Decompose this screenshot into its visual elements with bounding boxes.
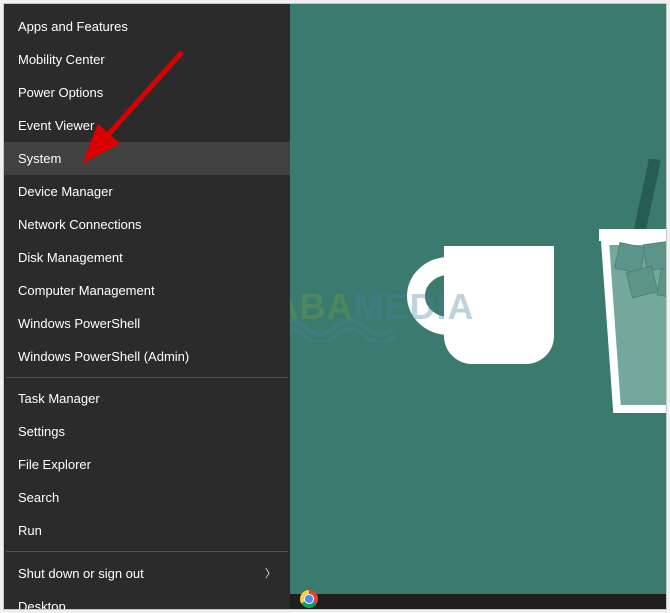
menu-item-label: Network Connections xyxy=(18,217,142,232)
menu-item-run[interactable]: Run xyxy=(4,514,290,547)
menu-item-label: Event Viewer xyxy=(18,118,94,133)
menu-item-task-manager[interactable]: Task Manager xyxy=(4,382,290,415)
menu-item-label: Disk Management xyxy=(18,250,123,265)
menu-item-label: Computer Management xyxy=(18,283,155,298)
menu-item-label: Apps and Features xyxy=(18,19,128,34)
wallpaper-cup-illustration xyxy=(599,159,667,419)
menu-item-label: Windows PowerShell (Admin) xyxy=(18,349,189,364)
menu-item-event-viewer[interactable]: Event Viewer xyxy=(4,109,290,142)
menu-item-network-connections[interactable]: Network Connections xyxy=(4,208,290,241)
menu-item-label: Run xyxy=(18,523,42,538)
menu-item-label: Desktop xyxy=(18,599,66,610)
menu-item-apps-and-features[interactable]: Apps and Features xyxy=(4,10,290,43)
menu-item-label: Settings xyxy=(18,424,65,439)
menu-item-label: Windows PowerShell xyxy=(18,316,140,331)
chevron-right-icon: 〉 xyxy=(265,565,276,581)
menu-item-desktop[interactable]: Desktop xyxy=(4,590,290,610)
menu-item-system[interactable]: System xyxy=(4,142,290,175)
menu-item-power-options[interactable]: Power Options xyxy=(4,76,290,109)
menu-item-mobility-center[interactable]: Mobility Center xyxy=(4,43,290,76)
menu-item-label: Search xyxy=(18,490,59,505)
watermark-wave-icon xyxy=(275,312,395,342)
menu-item-label: Device Manager xyxy=(18,184,113,199)
menu-item-label: Shut down or sign out xyxy=(18,566,144,581)
menu-item-shut-down-or-sign-out[interactable]: Shut down or sign out 〉 xyxy=(4,556,290,590)
menu-item-file-explorer[interactable]: File Explorer xyxy=(4,448,290,481)
menu-item-device-manager[interactable]: Device Manager xyxy=(4,175,290,208)
winx-context-menu: Apps and Features Mobility Center Power … xyxy=(4,4,290,610)
menu-item-label: Task Manager xyxy=(18,391,100,406)
menu-item-label: File Explorer xyxy=(18,457,91,472)
menu-item-label: Mobility Center xyxy=(18,52,105,67)
menu-item-disk-management[interactable]: Disk Management xyxy=(4,241,290,274)
menu-item-windows-powershell-admin[interactable]: Windows PowerShell (Admin) xyxy=(4,340,290,373)
menu-separator xyxy=(6,551,288,552)
menu-item-windows-powershell[interactable]: Windows PowerShell xyxy=(4,307,290,340)
menu-separator xyxy=(6,377,288,378)
menu-item-settings[interactable]: Settings xyxy=(4,415,290,448)
menu-item-label: Power Options xyxy=(18,85,103,100)
menu-item-label: System xyxy=(18,151,61,166)
menu-item-computer-management[interactable]: Computer Management xyxy=(4,274,290,307)
wallpaper-mug-illustration xyxy=(399,236,569,376)
chrome-icon[interactable] xyxy=(300,590,318,608)
menu-item-search[interactable]: Search xyxy=(4,481,290,514)
